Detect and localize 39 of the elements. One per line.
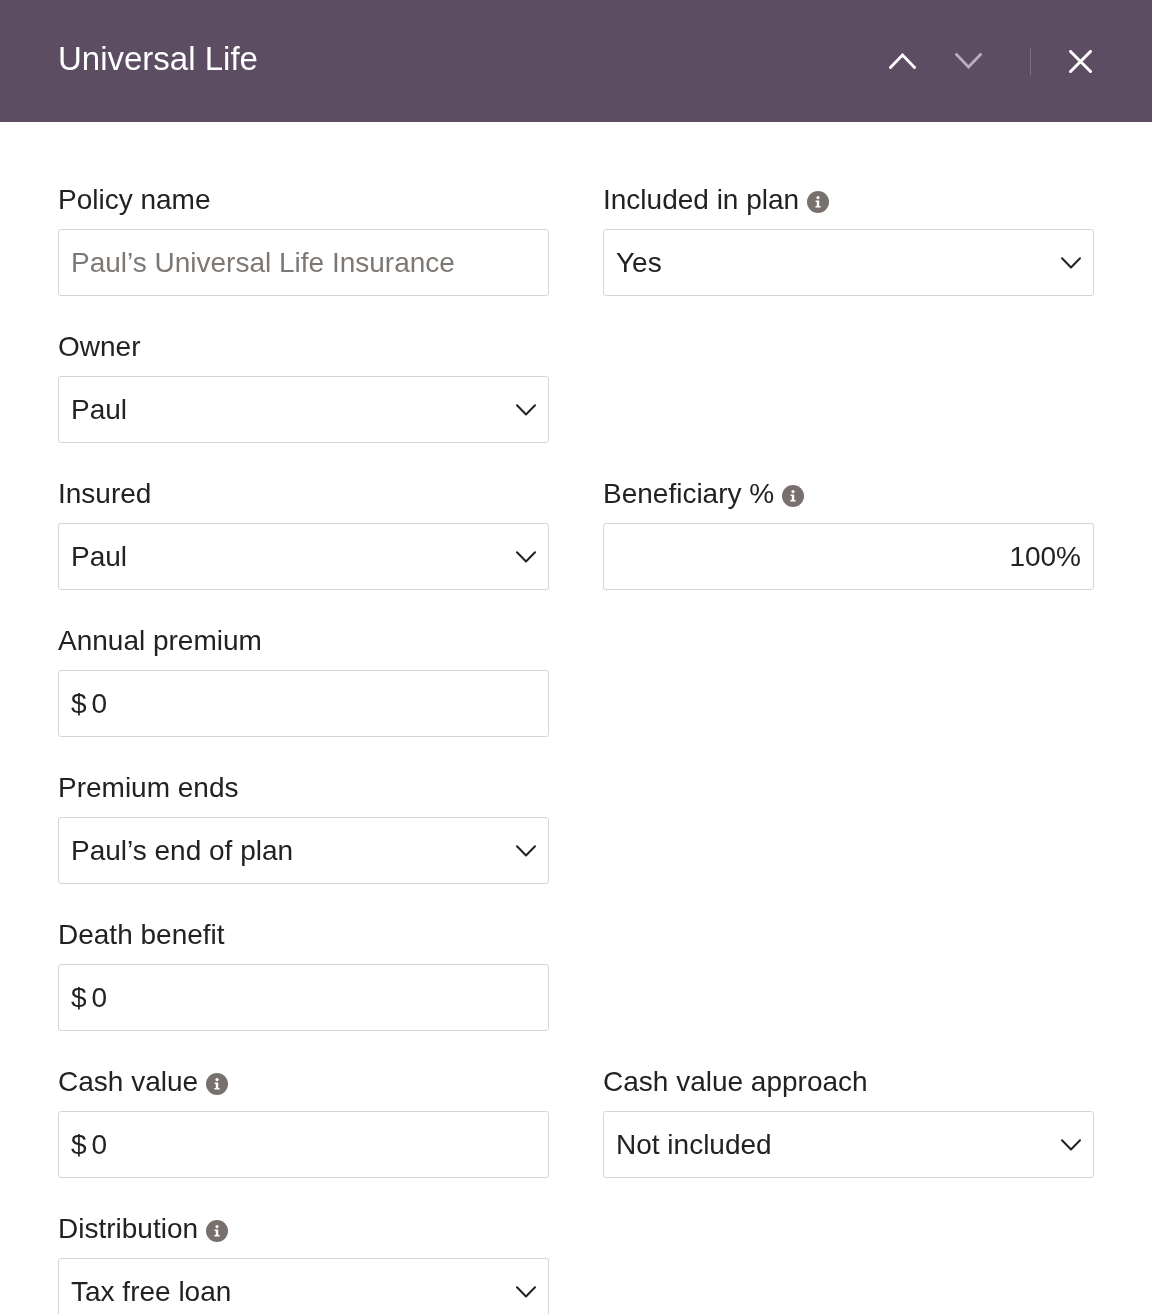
info-icon[interactable] (206, 1219, 229, 1242)
chevron-down-icon (516, 844, 536, 857)
field-label: Distribution (58, 1212, 199, 1246)
currency-field[interactable]: $ 0 (58, 1111, 549, 1178)
select-dropdown[interactable]: Not included (603, 1111, 1094, 1178)
panel-title: Universal Life (58, 39, 258, 79)
percent-input[interactable]: 100% (603, 523, 1094, 590)
field-label: Premium ends (58, 771, 239, 805)
info-icon[interactable] (807, 190, 830, 213)
field-label: Owner (58, 330, 141, 364)
info-icon[interactable] (206, 1072, 229, 1095)
chevron-down-icon (1061, 1138, 1081, 1151)
info-icon[interactable] (782, 484, 805, 507)
text-input[interactable]: Paul’s Universal Life Insurance (58, 229, 549, 296)
field-label: Cash value approach (603, 1065, 868, 1099)
field-label: Cash value (58, 1065, 199, 1099)
field-label: Death benefit (58, 918, 225, 952)
select-dropdown[interactable]: Yes (603, 229, 1094, 296)
chevron-down-icon (1061, 256, 1081, 269)
chevron-down-icon (516, 550, 536, 563)
amount-input[interactable]: 0 (91, 686, 536, 721)
close-icon (1068, 49, 1092, 73)
field-label: Included in plan (603, 183, 800, 217)
field-label: Beneficiary % (603, 477, 775, 511)
select-dropdown[interactable]: Tax free loan (58, 1258, 549, 1314)
select-dropdown[interactable]: Paul’s end of plan (58, 817, 549, 884)
field-label: Annual premium (58, 624, 262, 658)
field-label: Insured (58, 477, 152, 511)
select-dropdown[interactable]: Paul (58, 523, 549, 590)
chevron-up-icon (888, 53, 916, 69)
chevron-down-icon (516, 1285, 536, 1298)
select-dropdown[interactable]: Paul (58, 376, 549, 443)
currency-field[interactable]: $ 0 (58, 964, 549, 1031)
chevron-down-icon (516, 403, 536, 416)
amount-input[interactable]: 0 (91, 1127, 536, 1162)
field-label: Policy name (58, 183, 211, 217)
amount-input[interactable]: 0 (91, 980, 536, 1015)
currency-field[interactable]: $ 0 (58, 670, 549, 737)
chevron-down-icon (954, 53, 982, 69)
